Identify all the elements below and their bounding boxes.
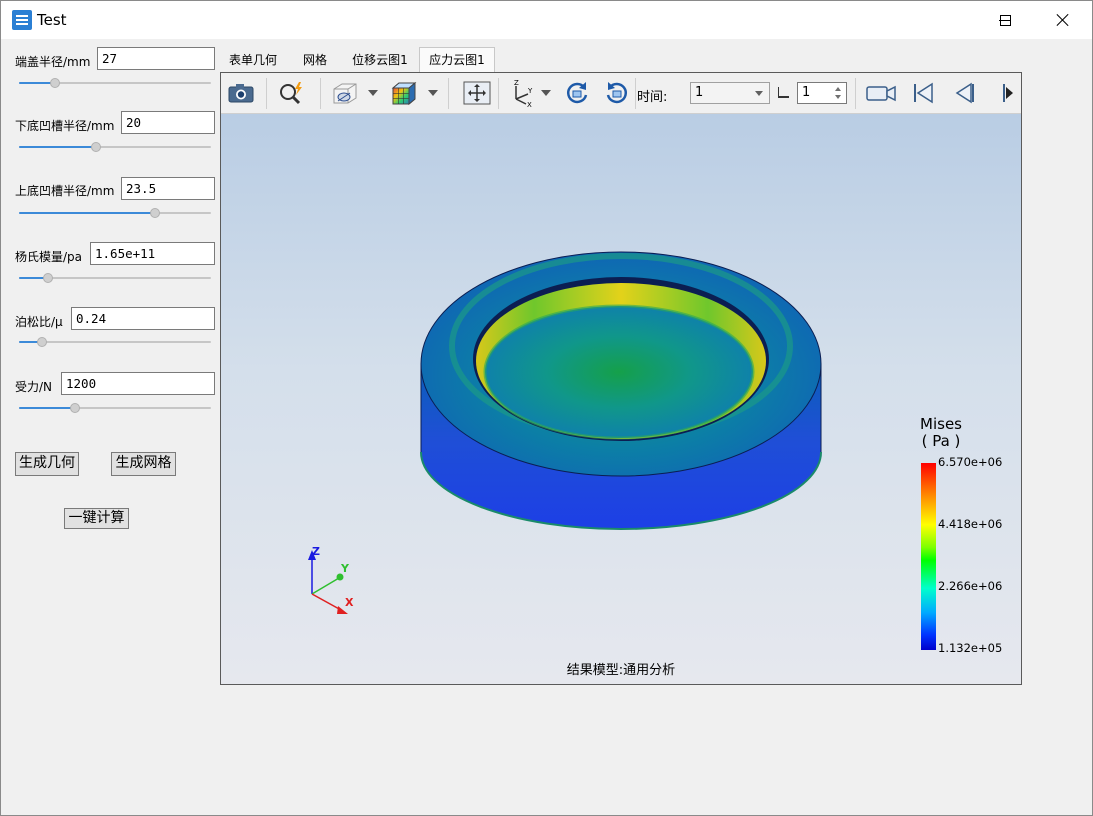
- generate-geometry-button[interactable]: 生成几何: [15, 452, 79, 476]
- svg-text:Z: Z: [514, 79, 519, 87]
- slider-handle[interactable]: [69, 403, 80, 413]
- svg-text:Y: Y: [527, 87, 533, 95]
- poisson-ratio-slider[interactable]: [19, 335, 211, 349]
- force-input[interactable]: 1200: [61, 372, 215, 395]
- step-spinbox[interactable]: 1: [797, 82, 847, 104]
- param-label-youngs-modulus: 杨氏模量/pa: [15, 250, 83, 264]
- video-record-icon[interactable]: [865, 79, 897, 107]
- rotate-cw-icon[interactable]: [561, 79, 593, 107]
- zoom-icon[interactable]: [276, 79, 308, 107]
- legend-tick: 6.570e+06: [938, 455, 1003, 469]
- maximize-icon: [999, 14, 1011, 26]
- chevron-down-icon[interactable]: [368, 90, 378, 96]
- legend-colorbar: [921, 463, 936, 650]
- time-label: 时间:: [637, 90, 668, 105]
- first-frame-icon[interactable]: [907, 79, 939, 107]
- axes-view-icon[interactable]: ZYX: [505, 79, 537, 107]
- display-mode-icon[interactable]: [329, 79, 361, 107]
- stress-viewer: ZYX 时间: 1 1 Z Y X Mises (Pa) 6.570e+06…: [220, 72, 1022, 685]
- chevron-down-icon[interactable]: [541, 90, 551, 96]
- previous-frame-icon[interactable]: [948, 79, 980, 107]
- upper-groove-slider[interactable]: [19, 206, 211, 220]
- slider-handle[interactable]: [50, 78, 61, 88]
- maximize-button[interactable]: [982, 1, 1028, 39]
- stress-contour-model: Z Y X: [308, 251, 822, 614]
- close-icon: [1056, 13, 1070, 27]
- legend-tick: 1.132e+05: [938, 641, 1003, 655]
- window-title: Test: [37, 11, 67, 29]
- close-button[interactable]: [1040, 1, 1086, 39]
- compute-button[interactable]: 一键计算: [64, 508, 129, 529]
- slider-handle[interactable]: [37, 337, 48, 347]
- chevron-down-icon[interactable]: [428, 90, 438, 96]
- tab-mesh[interactable]: 网格: [289, 48, 341, 73]
- axis-label-x: X: [345, 596, 354, 609]
- step-spinbox-value: 1: [802, 85, 811, 100]
- slider-handle[interactable]: [42, 273, 53, 283]
- legend-title: Mises: [920, 415, 962, 433]
- viewer-toolbar: ZYX 时间: 1 1: [221, 73, 1021, 114]
- spin-down-icon[interactable]: [835, 95, 841, 99]
- axis-label-z: Z: [312, 545, 320, 558]
- result-model-label: 结果模型:通用分析: [566, 663, 676, 678]
- next-frame-icon[interactable]: [997, 79, 1019, 107]
- param-label-lower-groove: 下底凹槽半径/mm: [15, 119, 115, 133]
- lower-groove-slider[interactable]: [19, 140, 211, 154]
- lower-groove-radius-input[interactable]: 20: [121, 111, 215, 134]
- color-cube-icon[interactable]: [388, 79, 420, 107]
- camera-icon[interactable]: [225, 79, 257, 107]
- upper-groove-radius-input[interactable]: 23.5: [121, 177, 215, 200]
- generate-mesh-button[interactable]: 生成网格: [111, 452, 176, 476]
- cap-radius-input[interactable]: 27: [97, 47, 215, 70]
- app-icon: [12, 10, 32, 30]
- youngs-modulus-slider[interactable]: [19, 271, 211, 285]
- tab-form-geometry[interactable]: 表单几何: [221, 48, 285, 73]
- rotate-ccw-icon[interactable]: [601, 79, 633, 107]
- time-select-value: 1: [695, 85, 704, 100]
- spin-up-icon[interactable]: [835, 87, 841, 91]
- tab-stress[interactable]: 应力云图1: [419, 47, 495, 73]
- axis-label-y: Y: [340, 562, 350, 575]
- chevron-down-icon: [755, 91, 763, 96]
- axes-triad: Z Y X: [308, 545, 354, 614]
- force-slider[interactable]: [19, 401, 211, 415]
- param-label-cap-radius: 端盖半径/mm: [15, 55, 91, 69]
- poisson-ratio-input[interactable]: 0.24: [71, 307, 215, 330]
- legend-unit: ( Pa ): [921, 432, 961, 450]
- svg-text:X: X: [527, 101, 532, 107]
- legend-tick: 4.418e+06: [938, 517, 1003, 531]
- app-window: Test 端盖半径/mm 27 下底凹槽半径/mm 20 上底凹槽半径/mm 2…: [0, 0, 1093, 816]
- param-label-poisson: 泊松比/μ: [15, 315, 63, 329]
- step-toggle[interactable]: [778, 87, 789, 98]
- slider-handle[interactable]: [90, 142, 101, 152]
- cap-radius-slider[interactable]: [19, 76, 211, 90]
- fit-view-icon[interactable]: [461, 79, 493, 107]
- time-select[interactable]: 1: [690, 82, 770, 104]
- param-label-force: 受力/N: [15, 380, 53, 394]
- legend-tick: 2.266e+06: [938, 579, 1003, 593]
- slider-handle[interactable]: [150, 208, 161, 218]
- param-label-upper-groove: 上底凹槽半径/mm: [15, 184, 115, 198]
- title-bar: Test: [1, 1, 1092, 39]
- tab-displacement[interactable]: 位移云图1: [345, 48, 415, 73]
- render-viewport[interactable]: Z Y X Mises ( Pa ) 6.570e+06 4.418e+06 2…: [221, 114, 1021, 684]
- youngs-modulus-input[interactable]: 1.65e+11: [90, 242, 215, 265]
